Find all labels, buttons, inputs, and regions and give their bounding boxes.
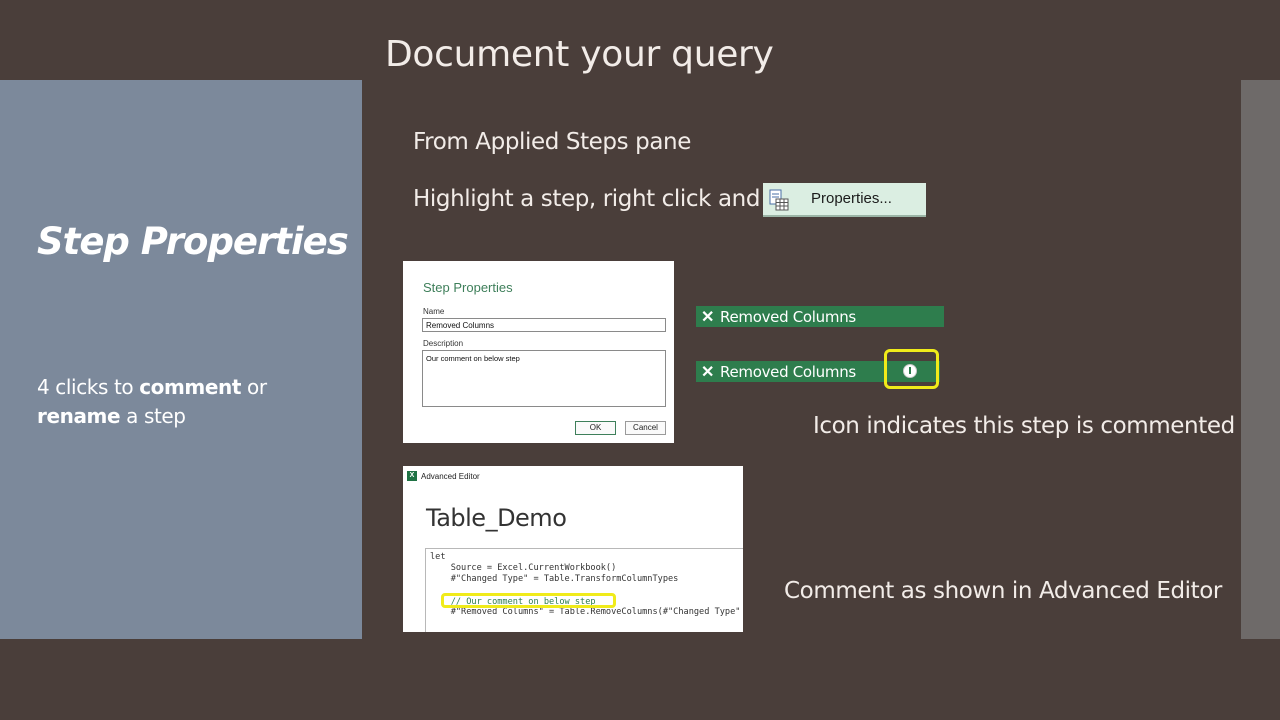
left-text-part: or	[241, 375, 267, 399]
dialog-title: Step Properties	[423, 280, 513, 295]
code-line: #"Changed Type" = Table.TransformColumnT…	[430, 574, 679, 584]
name-label: Name	[423, 307, 445, 316]
left-text-part: 4 clicks to	[37, 375, 140, 399]
properties-label: Properties...	[811, 190, 892, 207]
left-text-bold-rename: rename	[37, 404, 121, 428]
applied-steps-line: From Applied Steps pane	[413, 129, 691, 155]
name-field[interactable]: Removed Columns	[422, 318, 666, 332]
description-label: Description	[423, 339, 464, 348]
advanced-editor-caption: Advanced Editor	[421, 472, 480, 481]
info-icon[interactable]	[903, 364, 917, 378]
advanced-editor-window: X Advanced Editor Table_Demo let Source …	[403, 466, 743, 632]
cancel-button[interactable]: Cancel	[625, 421, 666, 435]
comment-highlight-ring	[441, 593, 616, 608]
code-line: #"Removed Columns" = Table.RemoveColumns…	[430, 607, 741, 617]
x-icon: ✕	[701, 309, 715, 326]
x-icon: ✕	[701, 364, 715, 381]
properties-menu-item[interactable]: Properties...	[763, 183, 926, 217]
left-description: 4 clicks to comment or rename a step	[37, 373, 337, 431]
step-label: Removed Columns	[720, 363, 856, 381]
excel-icon: X	[407, 471, 417, 481]
highlight-step-line: Highlight a step, right click and	[413, 186, 761, 212]
section-title: Step Properties	[37, 220, 349, 263]
applied-step-removed-columns[interactable]: ✕ Removed Columns	[696, 306, 944, 327]
code-line: Source = Excel.CurrentWorkbook()	[430, 563, 617, 573]
code-editor[interactable]: let Source = Excel.CurrentWorkbook() #"C…	[425, 548, 743, 632]
right-edge-strip	[1241, 80, 1280, 639]
step-label: Removed Columns	[720, 308, 856, 326]
left-text-bold-comment: comment	[139, 375, 242, 399]
editor-caption: Comment as shown in Advanced Editor	[784, 578, 1222, 604]
left-text-part: a step	[120, 404, 186, 428]
icon-caption: Icon indicates this step is commented	[813, 413, 1235, 439]
step-properties-dialog: Step Properties Name Removed Columns Des…	[403, 261, 674, 443]
slide-title: Document your query	[385, 34, 774, 75]
code-line: let	[430, 552, 446, 562]
description-field[interactable]: Our comment on below step	[422, 350, 666, 407]
left-panel	[0, 80, 362, 639]
ok-button[interactable]: OK	[575, 421, 616, 435]
properties-icon	[769, 189, 789, 211]
advanced-editor-titlebar: X Advanced Editor	[403, 466, 743, 486]
query-name: Table_Demo	[426, 504, 567, 532]
